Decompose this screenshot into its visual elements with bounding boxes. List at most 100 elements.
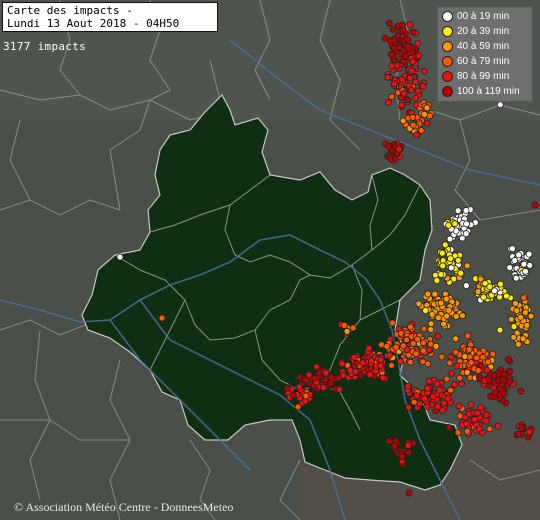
impact-dot — [365, 344, 373, 352]
impact-dot — [439, 262, 447, 270]
impact-dot — [405, 403, 413, 411]
impact-dot — [410, 398, 418, 406]
impact-dot — [522, 267, 529, 275]
impact-dot — [455, 402, 463, 410]
impact-dot — [422, 307, 429, 314]
impact-dot — [435, 314, 442, 322]
impact-dot — [399, 58, 407, 65]
impact-dot — [417, 127, 425, 134]
impact-dot — [489, 350, 497, 358]
impact-dot — [526, 261, 534, 269]
impact-dot — [497, 280, 504, 288]
impact-dot — [409, 113, 417, 121]
impact-dot — [429, 393, 437, 400]
impact-dot — [443, 375, 451, 383]
legend-label: 00 à 19 min — [457, 11, 510, 22]
impact-dot — [462, 207, 470, 214]
impact-dot — [305, 371, 313, 379]
legend-swatch — [442, 26, 453, 37]
impact-dot — [283, 385, 291, 393]
impact-dot — [415, 300, 423, 308]
impact-dot — [482, 411, 490, 419]
impact-dot — [513, 307, 521, 315]
impact-dot — [407, 86, 415, 94]
impact-dot — [464, 332, 472, 340]
impact-dot — [335, 385, 343, 393]
impact-dot — [510, 333, 517, 341]
impact-dot — [366, 371, 374, 379]
impact-dot — [389, 319, 397, 327]
impact-dot — [515, 251, 523, 259]
impact-dot — [412, 131, 420, 139]
impact-dot — [302, 392, 310, 400]
impact-dot — [475, 425, 483, 433]
legend-item: 80 à 99 min — [440, 69, 532, 84]
impact-dot — [419, 358, 427, 366]
impact-dot — [452, 313, 460, 320]
impact-dot — [384, 99, 392, 106]
impact-dot — [473, 354, 481, 362]
impact-dot — [442, 295, 450, 303]
impact-count: 3177 impacts — [3, 40, 87, 53]
impact-dot — [456, 412, 464, 420]
impact-dot — [467, 401, 475, 409]
impact-dot — [471, 415, 479, 423]
impact-dot — [419, 347, 427, 355]
impact-dot — [517, 387, 525, 395]
impact-dot — [359, 359, 367, 367]
impact-dot — [525, 250, 533, 258]
impact-dot — [409, 28, 417, 36]
impact-dot — [423, 104, 431, 112]
impact-dot — [490, 371, 498, 379]
impact-dot — [414, 39, 422, 47]
impact-dot — [461, 353, 469, 360]
impact-dot — [494, 422, 502, 430]
impact-dot — [425, 377, 433, 385]
impact-dot — [385, 437, 393, 445]
impact-dot — [531, 201, 539, 209]
impact-dot — [432, 342, 440, 350]
impact-dot — [398, 101, 406, 109]
impact-dot — [491, 389, 499, 396]
impact-dot — [463, 220, 470, 228]
legend-label: 20 à 39 min — [457, 26, 510, 37]
impact-dot — [387, 50, 395, 58]
impact-dot — [515, 340, 522, 348]
impact-dot — [408, 49, 416, 56]
impact-dot — [447, 264, 455, 272]
impact-dot — [482, 417, 490, 425]
copyright-notice: © Association Météo Centre - DonneesMete… — [14, 500, 234, 514]
impact-dot — [116, 253, 124, 261]
legend-label: 40 à 59 min — [457, 41, 510, 52]
impact-dot — [294, 403, 302, 411]
legend-swatch — [442, 11, 453, 22]
impact-dot — [428, 310, 436, 318]
impact-dot — [391, 155, 399, 163]
impact-dot — [396, 358, 404, 366]
impact-dot — [427, 320, 435, 328]
impact-dot — [399, 21, 407, 29]
legend-item: 00 à 19 min — [440, 9, 532, 24]
impact-dot — [406, 74, 414, 82]
impact-dot — [507, 315, 515, 323]
impact-dot — [384, 73, 392, 81]
map-title-line-1: Carte des impacts - — [7, 4, 133, 17]
impact-dot — [392, 343, 400, 351]
impact-dot — [522, 309, 529, 316]
impact-dot — [457, 269, 465, 277]
impact-dot — [454, 429, 462, 436]
impact-dot — [423, 403, 431, 411]
legend-label: 80 à 99 min — [457, 71, 510, 82]
impact-dot — [520, 294, 528, 302]
impact-dot — [486, 425, 494, 433]
legend-swatch — [442, 71, 453, 82]
impact-dot — [506, 264, 514, 272]
impact-dot — [427, 325, 435, 333]
impact-dot — [439, 406, 447, 414]
impact-dot — [452, 348, 460, 356]
impact-dot — [350, 353, 358, 361]
impact-dot — [423, 385, 431, 392]
impact-dot — [414, 87, 422, 95]
impact-dot — [351, 367, 359, 375]
impact-dot — [526, 428, 533, 436]
